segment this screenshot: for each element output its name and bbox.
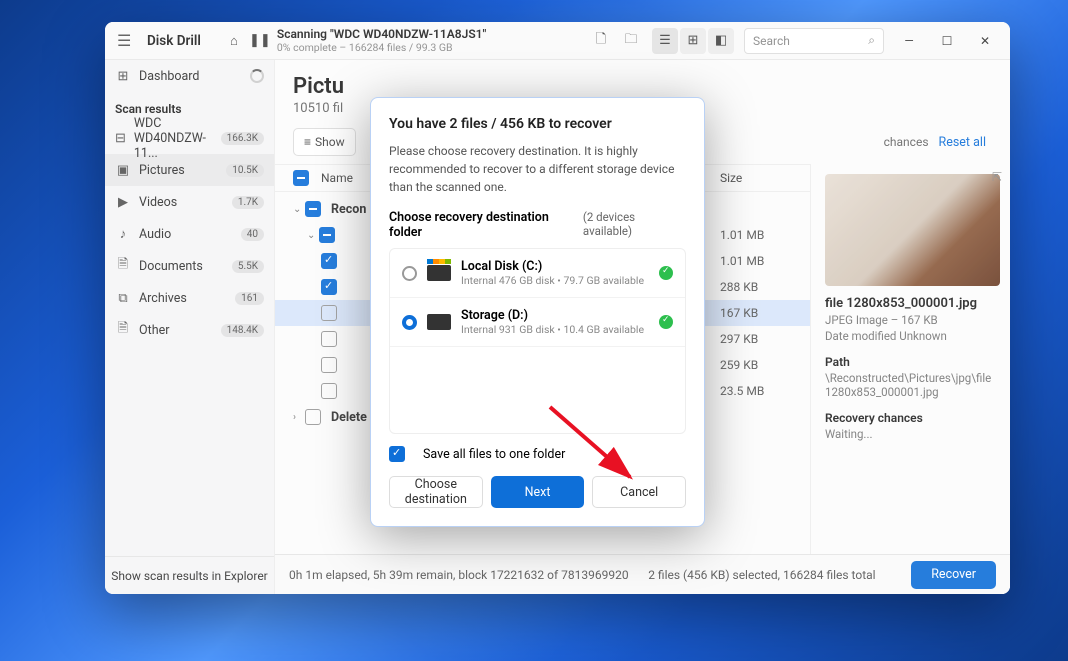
cancel-button[interactable]: Cancel [592,476,686,508]
disk-icon [427,265,451,281]
save-one-folder-checkbox[interactable] [389,446,405,462]
destination-option[interactable]: Local Disk (C:)Internal 476 GB disk • 79… [390,249,685,298]
choose-destination-button[interactable]: Choose destination [389,476,483,508]
check-icon [659,315,673,329]
check-icon [659,266,673,280]
disk-icon [427,314,451,330]
radio-button[interactable] [402,266,417,281]
dialog-title: You have 2 files / 456 KB to recover [389,116,686,132]
next-button[interactable]: Next [491,476,585,508]
recovery-dialog: You have 2 files / 456 KB to recover Ple… [370,97,705,527]
radio-button[interactable] [402,315,417,330]
app-window: ☰ Disk Drill ⌂ ❚❚ Scanning "WDC WD40NDZW… [105,22,1010,594]
destination-option[interactable]: Storage (D:)Internal 931 GB disk • 10.4 … [390,298,685,347]
